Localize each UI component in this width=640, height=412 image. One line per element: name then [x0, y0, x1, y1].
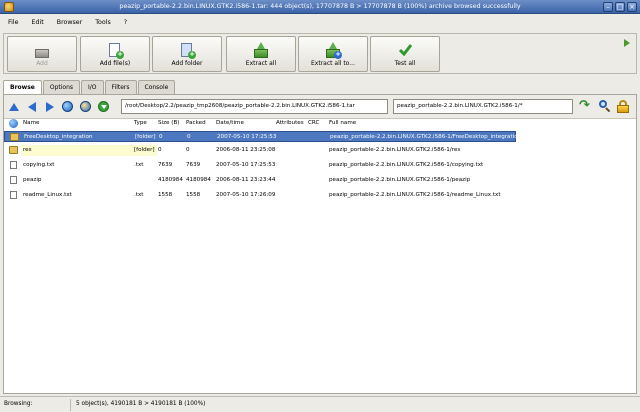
archive-add-icon — [35, 42, 49, 58]
col-name[interactable]: Name — [23, 120, 40, 126]
browse-globe-icon[interactable] — [80, 101, 92, 113]
tab-filters[interactable]: Filters — [104, 80, 137, 94]
tab-console[interactable]: Console — [137, 80, 176, 94]
add-folder-button[interactable]: + Add folder — [152, 36, 222, 72]
col-size[interactable]: Size (B) — [158, 120, 179, 126]
col-type[interactable]: Type — [134, 120, 147, 126]
column-header: Name Type Size (B) Packed Date/time Attr… — [4, 119, 636, 129]
add-file-icon: + — [108, 42, 124, 59]
menu-file[interactable]: File — [8, 19, 19, 26]
folder-icon — [10, 133, 19, 141]
window-controls: – □ × — [603, 2, 637, 12]
go-icon[interactable] — [98, 101, 110, 113]
add-files-button[interactable]: + Add file(s) — [80, 36, 150, 72]
tab-options[interactable]: Options — [42, 80, 80, 94]
status-bar: Browsing: 5 object(s), 4190181 B > 41901… — [0, 396, 640, 412]
navigation-bar: /root/Desktop/2.2/peazip_tmp2608/peazip_… — [4, 95, 636, 119]
file-icon — [10, 161, 17, 169]
window-title: peazip_portable-2.2.bin.LINUX.GTK2.i586-… — [119, 3, 521, 10]
minimize-icon[interactable]: – — [603, 2, 613, 12]
col-packed[interactable]: Packed — [186, 120, 206, 126]
checkmark-icon — [398, 42, 412, 58]
add-folder-icon: + — [180, 42, 196, 59]
file-icon — [10, 191, 17, 199]
table-row[interactable]: FreeDesktop_integration [folder] 0 0 200… — [4, 131, 521, 142]
title-bar: peazip_portable-2.2.bin.LINUX.GTK2.i586-… — [0, 0, 640, 14]
up-level-icon[interactable] — [8, 101, 20, 113]
forward-arrow-icon[interactable] — [44, 101, 56, 113]
test-all-button[interactable]: Test all — [370, 36, 440, 72]
col-fullname[interactable]: Full name — [329, 120, 356, 126]
status-summary: 5 object(s), 4190181 B > 4190181 B (100%… — [76, 401, 206, 407]
main-toolbar: Add + Add file(s) + Add folder Extract a… — [3, 33, 637, 74]
menu-bar: File Edit Browser Tools ? — [0, 15, 640, 29]
extract-all-to-label: Extract all to... — [311, 60, 355, 67]
col-crc[interactable]: CRC — [308, 120, 319, 126]
table-row[interactable]: readme_Linux.txt .txt 1558 1558 2007-05-… — [4, 190, 636, 201]
table-row[interactable]: res [folder] 0 0 2006-08-11 23:25:08 pea… — [4, 145, 636, 156]
back-arrow-icon[interactable] — [26, 101, 38, 113]
col-datetime[interactable]: Date/time — [216, 120, 244, 126]
status-mode: Browsing: — [4, 401, 33, 407]
header-globe-icon — [9, 119, 18, 128]
filter-input[interactable]: peazip_portable-2.2.bin.LINUX.GTK2.i586-… — [393, 99, 573, 114]
menu-edit[interactable]: Edit — [32, 19, 44, 26]
add-button-label: Add — [36, 60, 48, 67]
refresh-icon[interactable]: ↷ — [579, 99, 593, 113]
menu-tools[interactable]: Tools — [95, 19, 111, 26]
close-icon[interactable]: × — [627, 2, 637, 12]
path-input[interactable]: /root/Desktop/2.2/peazip_tmp2608/peazip_… — [121, 99, 388, 114]
col-attributes[interactable]: Attributes — [276, 120, 304, 126]
extract-all-to-button[interactable]: + Extract all to... — [298, 36, 368, 72]
extract-all-button[interactable]: Extract all — [226, 36, 296, 72]
extract-to-icon: + — [326, 42, 342, 59]
menu-browser[interactable]: Browser — [57, 19, 83, 26]
file-icon — [10, 176, 17, 184]
menu-help[interactable]: ? — [124, 19, 127, 26]
tab-io[interactable]: I/O — [81, 80, 104, 94]
browse-panel: /root/Desktop/2.2/peazip_tmp2608/peazip_… — [3, 94, 637, 394]
test-all-label: Test all — [394, 60, 416, 67]
add-folder-label: Add folder — [171, 60, 203, 67]
add-button[interactable]: Add — [7, 36, 77, 72]
lock-icon[interactable] — [617, 100, 629, 113]
extract-icon — [254, 42, 268, 58]
home-globe-icon[interactable] — [62, 101, 74, 113]
extract-all-label: Extract all — [245, 60, 277, 67]
status-separator — [70, 399, 71, 411]
search-icon[interactable] — [599, 100, 611, 113]
table-row[interactable]: peazip 4180984 4180984 2006-08-11 23:23:… — [4, 175, 636, 186]
maximize-icon[interactable]: □ — [615, 2, 625, 12]
folder-icon — [9, 146, 18, 154]
table-row[interactable]: copying.txt .txt 7639 7639 2007-05-10 17… — [4, 160, 636, 171]
tab-browse[interactable]: Browse — [3, 80, 42, 95]
add-files-label: Add file(s) — [99, 60, 131, 67]
toolbar-expand-icon[interactable] — [624, 39, 630, 47]
tab-bar: Browse Options I/O Filters Console — [3, 80, 176, 95]
